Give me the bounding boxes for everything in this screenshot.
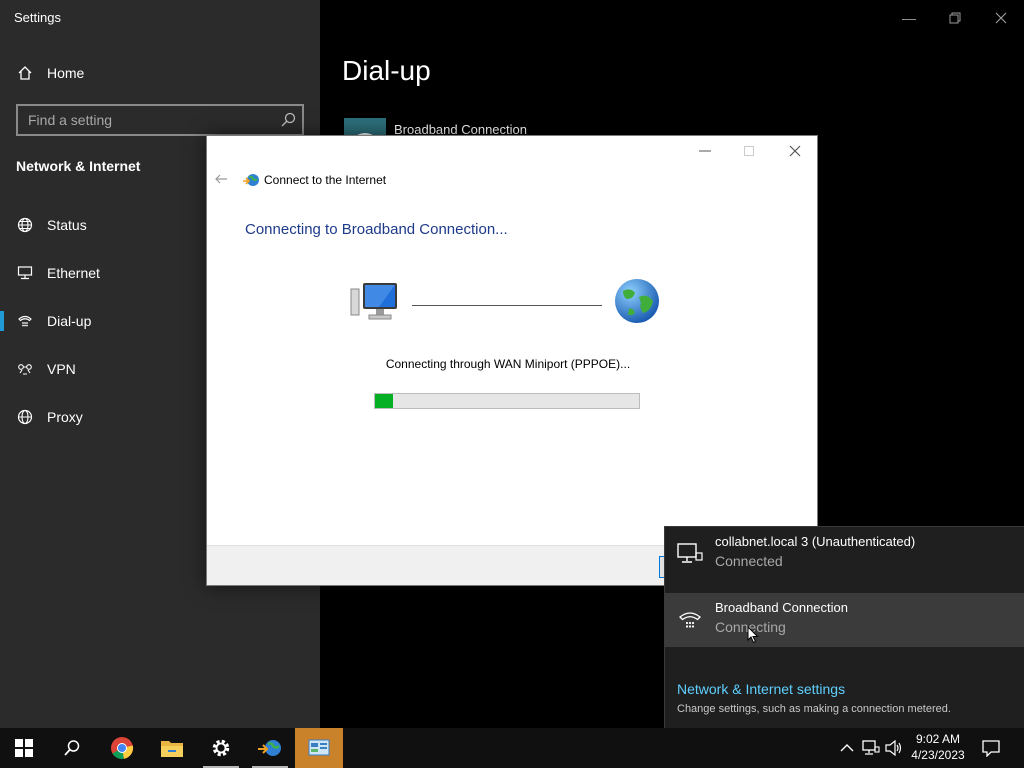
dialog-heading: Connecting to Broadband Connection... — [245, 221, 508, 238]
network-item-collabnet[interactable]: collabnet.local 3 (Unauthenticated) Conn… — [665, 527, 1024, 581]
file-explorer-button[interactable] — [148, 728, 196, 768]
network-settings-link[interactable]: Network & Internet settings — [677, 681, 845, 697]
globe-icon — [16, 408, 34, 426]
taskbar-clock[interactable]: 9:02 AM 4/23/2023 — [904, 731, 972, 763]
network-name: collabnet.local 3 (Unauthenticated) — [715, 534, 916, 549]
back-arrow-icon[interactable] — [214, 172, 228, 186]
nav-proxy-label: Proxy — [47, 409, 83, 425]
gear-icon — [212, 739, 230, 757]
settings-window-title: Settings — [14, 10, 61, 25]
nav-home-label: Home — [47, 65, 85, 81]
network-wizard-icon — [258, 740, 281, 756]
folder-icon — [161, 741, 183, 757]
dialog-minimize-button[interactable] — [683, 140, 727, 162]
globe-icon — [16, 216, 34, 234]
nav-dialup-label: Dial-up — [47, 313, 92, 329]
search-box[interactable] — [16, 104, 304, 136]
chevron-up-icon[interactable] — [837, 738, 857, 758]
dialog-close-button[interactable] — [773, 140, 817, 162]
search-icon[interactable] — [280, 112, 296, 128]
network-item-broadband[interactable]: Broadband Connection Connecting — [665, 593, 1024, 647]
mouse-cursor-icon — [747, 625, 759, 644]
connect-wizard-taskbar-button[interactable] — [246, 728, 294, 768]
internet-globe-icon — [613, 277, 661, 325]
notifications-icon[interactable] — [981, 738, 1001, 758]
volume-icon[interactable] — [884, 738, 904, 758]
chrome-button[interactable] — [98, 728, 146, 768]
home-icon — [16, 64, 34, 82]
network-tray-icon[interactable] — [861, 738, 881, 758]
nav-home[interactable]: Home — [0, 53, 320, 93]
connection-status-text: Connecting through WAN Miniport (PPPOE).… — [385, 357, 631, 371]
nav-ethernet-label: Ethernet — [47, 265, 100, 281]
dialog-maximize-button — [727, 140, 771, 162]
dialup-icon — [677, 609, 703, 631]
computer-icon — [349, 281, 401, 327]
progress-fill — [375, 394, 394, 408]
network-name: Broadband Connection — [715, 600, 848, 615]
connect-dialog: Connect to the Internet Connecting to Br… — [206, 135, 818, 586]
taskbar: 9:02 AM 4/23/2023 — [0, 728, 1024, 768]
section-header: Network & Internet — [16, 158, 141, 174]
maximize-button[interactable] — [932, 6, 978, 30]
network-flyout: collabnet.local 3 (Unauthenticated) Conn… — [664, 526, 1024, 728]
nav-vpn-label: VPN — [47, 361, 76, 377]
windows-logo-icon — [15, 739, 33, 757]
clock-date: 4/23/2023 — [911, 748, 965, 762]
start-button[interactable] — [0, 728, 48, 768]
search-button[interactable] — [48, 728, 96, 768]
search-icon — [64, 740, 80, 756]
minimize-button[interactable]: — — [886, 6, 932, 30]
page-title: Dial-up — [342, 55, 431, 86]
ethernet-monitor-icon — [677, 543, 703, 565]
network-settings-description: Change settings, such as making a connec… — [677, 703, 951, 715]
dialog-title: Connect to the Internet — [264, 173, 387, 187]
ethernet-icon — [16, 264, 34, 282]
nav-status-label: Status — [47, 217, 87, 233]
network-status: Connected — [715, 553, 783, 569]
vpn-icon — [16, 360, 34, 378]
clock-time: 9:02 AM — [915, 732, 961, 746]
control-panel-taskbar-button[interactable] — [295, 728, 343, 768]
control-panel-icon — [308, 739, 330, 756]
chrome-icon — [111, 737, 134, 759]
dialup-icon — [16, 312, 34, 330]
search-input[interactable] — [18, 106, 268, 134]
progress-bar — [374, 393, 640, 409]
network-wizard-icon — [242, 172, 260, 188]
close-button[interactable] — [978, 6, 1024, 30]
settings-taskbar-button[interactable] — [197, 728, 245, 768]
connection-line — [412, 305, 602, 306]
